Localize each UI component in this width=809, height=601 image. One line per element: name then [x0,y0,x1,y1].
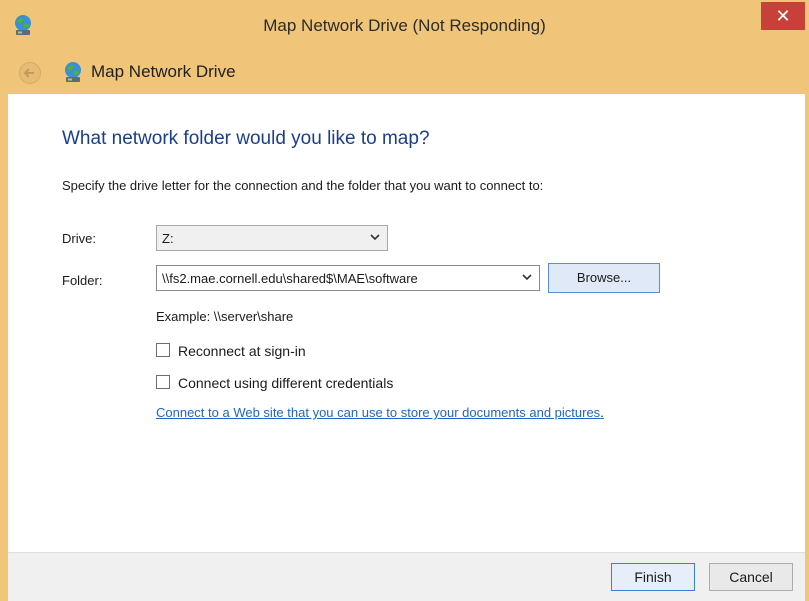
folder-combobox[interactable]: \\fs2.mae.cornell.edu\shared$\MAE\softwa… [156,265,540,291]
instruction-text: Specify the drive letter for the connect… [62,178,544,193]
web-site-link[interactable]: Connect to a Web site that you can use t… [156,405,600,420]
nav-title: Map Network Drive [91,62,236,81]
back-arrow-icon [23,68,34,78]
different-credentials-checkbox[interactable] [156,375,170,389]
browse-button[interactable]: Browse... [548,263,660,293]
page-heading: What network folder would you like to ma… [62,128,430,149]
drive-label: Drive: [62,231,96,246]
example-text: Example: \\server\share [156,309,294,324]
button-bar: Finish Cancel [8,552,805,601]
folder-label: Folder: [62,273,103,288]
drive-select[interactable]: Z: [156,225,388,251]
link-suffix: . [600,405,604,420]
map-network-drive-window: Map Network Drive (Not Responding) ✕ Map… [0,0,809,601]
window-title: Map Network Drive (Not Responding) [263,16,546,35]
reconnect-label[interactable]: Reconnect at sign-in [178,343,306,359]
chevron-down-icon [370,234,380,241]
different-credentials-label[interactable]: Connect using different credentials [178,375,393,391]
title-bar: Map Network Drive (Not Responding) ✕ [0,0,809,50]
chevron-down-icon [522,274,532,281]
finish-button[interactable]: Finish [611,563,695,591]
folder-input-value: \\fs2.mae.cornell.edu\shared$\MAE\softwa… [162,271,418,286]
close-button[interactable]: ✕ [761,2,805,30]
network-drive-icon [65,62,81,82]
close-icon: ✕ [775,6,791,26]
web-site-link-row: Connect to a Web site that you can use t… [156,405,604,420]
drive-select-value: Z: [162,231,174,246]
back-button[interactable] [19,62,41,84]
navigation-bar: Map Network Drive [0,50,809,94]
wizard-content: What network folder would you like to ma… [8,94,805,552]
reconnect-checkbox[interactable] [156,343,170,357]
cancel-button[interactable]: Cancel [709,563,793,591]
